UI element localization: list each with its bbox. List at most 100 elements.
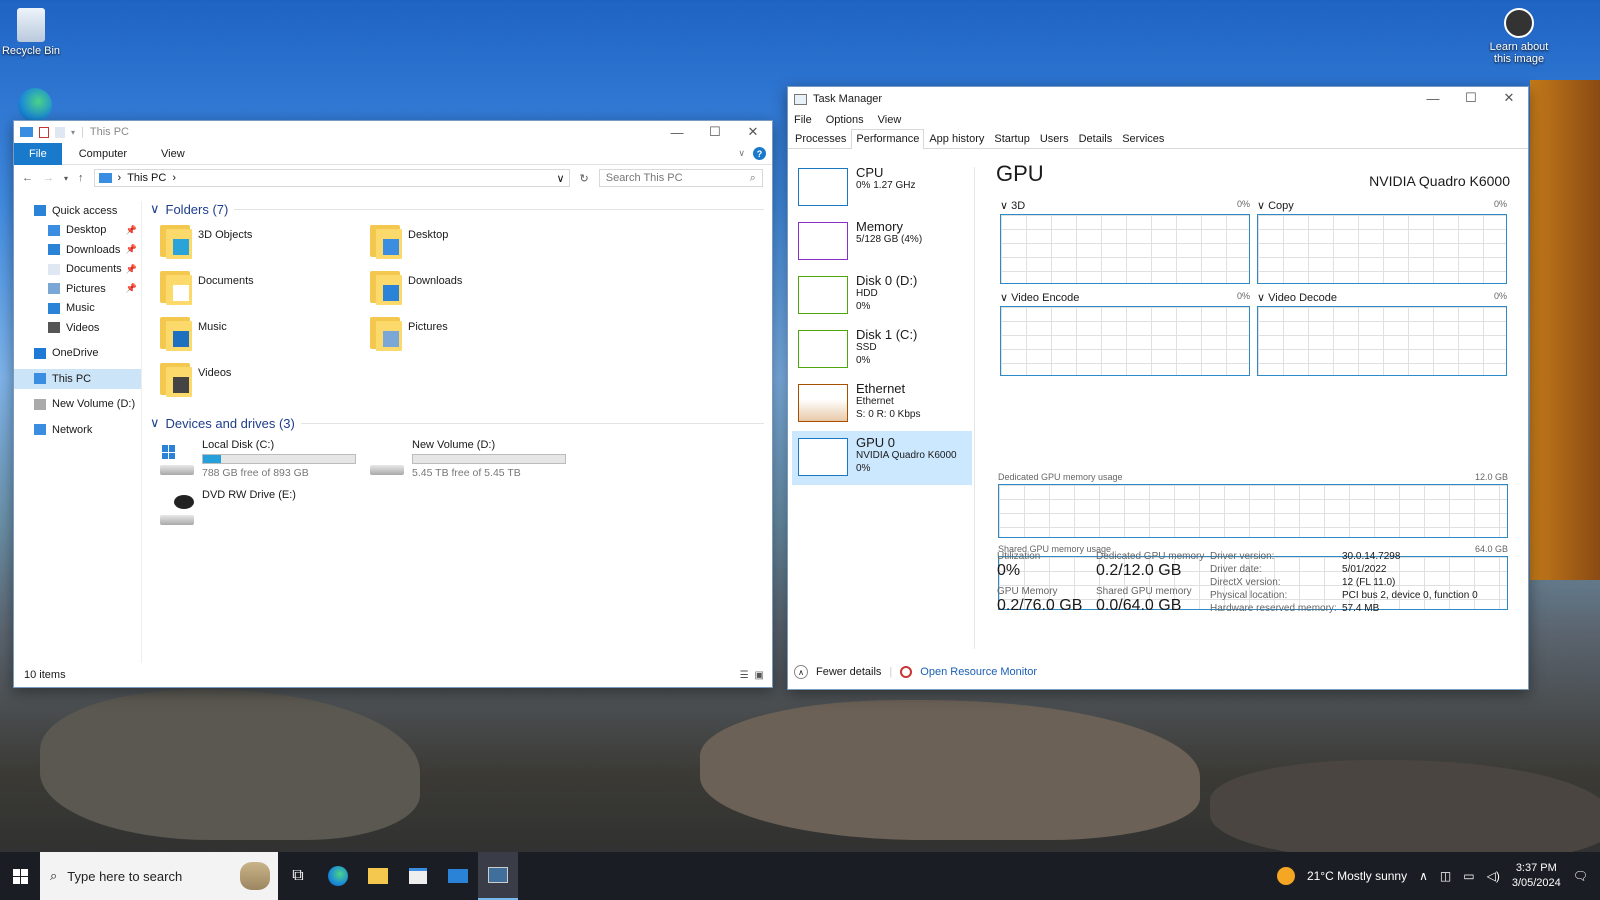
sidebar-item[interactable]: Network (14, 420, 141, 440)
taskbar-search-box[interactable]: ⌕ Type here to search (40, 852, 278, 900)
sidebar-item[interactable]: Videos (14, 318, 141, 338)
recent-dropdown-icon[interactable]: ▾ (64, 174, 68, 183)
large-icons-view-icon[interactable]: ▣ (755, 670, 764, 681)
up-icon[interactable]: ↑ (78, 172, 84, 184)
menu-file[interactable]: File (794, 114, 812, 126)
ribbon-expand-icon[interactable]: ∨ (738, 148, 745, 159)
resource-item[interactable]: Disk 1 (C:) SSD 0% (792, 323, 972, 377)
properties-icon[interactable] (39, 126, 49, 138)
sidebar-item[interactable]: Quick access (14, 201, 141, 221)
folder-item[interactable]: Pictures (370, 315, 580, 355)
search-highlight-icon (240, 862, 270, 890)
search-input[interactable]: Search This PC ⌕ (598, 169, 763, 187)
folders-section-header[interactable]: ∨ Folders (7) (150, 201, 772, 217)
sidebar-item-label: This PC (52, 372, 92, 385)
resource-sub: 5/128 GB (4%) (856, 234, 923, 245)
sidebar-item-label: Documents (66, 263, 122, 276)
sidebar-item[interactable]: Pictures 📌 (14, 279, 141, 299)
address-bar[interactable]: › This PC › ∨ (93, 169, 570, 187)
sidebar-item-label: Network (52, 423, 93, 436)
sidebar-item[interactable]: OneDrive (14, 344, 141, 364)
sidebar-item[interactable]: This PC (14, 369, 141, 389)
sidebar-item[interactable]: Downloads 📌 (14, 240, 141, 260)
tab-processes[interactable]: Processes (790, 129, 851, 148)
fewer-details-link[interactable]: Fewer details (816, 666, 881, 678)
minimize-icon[interactable]: — (1414, 87, 1452, 109)
tab-users[interactable]: Users (1035, 129, 1074, 148)
tab-services[interactable]: Services (1117, 129, 1169, 148)
weather-text[interactable]: 21°C Mostly sunny (1307, 869, 1407, 883)
ribbon-tab-file[interactable]: File (14, 142, 62, 165)
menu-options[interactable]: Options (826, 114, 864, 126)
sidebar-item[interactable]: Desktop 📌 (14, 221, 141, 241)
sidebar-item[interactable]: Music (14, 299, 141, 319)
file-explorer-taskbar-icon[interactable] (358, 852, 398, 900)
folder-item[interactable]: 3D Objects (160, 223, 370, 263)
notifications-icon[interactable]: 🗨 (1573, 869, 1588, 883)
recycle-bin-icon[interactable]: Recycle Bin (0, 8, 66, 57)
sidebar-item[interactable]: Documents 📌 (14, 260, 141, 280)
ribbon-tab-view[interactable]: View (144, 143, 202, 165)
folder-icon (160, 223, 192, 259)
ribbon-tab-computer[interactable]: Computer (62, 143, 144, 165)
drive-item[interactable]: DVD RW Drive (E:) (160, 489, 370, 525)
folder-item[interactable]: Downloads (370, 269, 580, 309)
resource-item[interactable]: Memory 5/128 GB (4%) (792, 215, 972, 269)
store-taskbar-icon[interactable] (398, 852, 438, 900)
gpu-detail-value: 57.4 MB (1342, 603, 1380, 614)
show-hidden-icons-icon[interactable]: ∧ (1419, 869, 1428, 883)
task-manager-taskbar-icon[interactable] (478, 852, 518, 900)
pin-icon[interactable]: 📌 (126, 225, 137, 236)
tab-app-history[interactable]: App history (924, 129, 989, 148)
engine-dropdown[interactable]: ∨ Video Decode (1257, 291, 1337, 304)
edge-taskbar-icon[interactable] (318, 852, 358, 900)
chevron-up-icon[interactable]: ∧ (794, 665, 808, 679)
close-icon[interactable]: ✕ (1490, 87, 1528, 109)
resource-item[interactable]: Ethernet Ethernet S: 0 R: 0 Kbps (792, 377, 972, 431)
task-view-icon[interactable]: ⧉ (278, 852, 318, 900)
mail-taskbar-icon[interactable] (438, 852, 478, 900)
engine-dropdown[interactable]: ∨ Copy (1257, 199, 1294, 212)
refresh-icon[interactable]: ↻ (580, 172, 589, 185)
resource-item[interactable]: Disk 0 (D:) HDD 0% (792, 269, 972, 323)
minimize-icon[interactable]: — (658, 121, 696, 143)
drives-section-header[interactable]: ∨ Devices and drives (3) (150, 415, 772, 431)
new-folder-icon[interactable] (55, 126, 65, 138)
back-icon[interactable]: ← (22, 172, 33, 184)
details-view-icon[interactable]: ☰ (740, 670, 749, 681)
gpu-detail-row: Physical location: PCI bus 2, device 0, f… (1210, 590, 1510, 601)
help-icon[interactable]: ? (753, 147, 766, 160)
quick-access-dropdown-icon[interactable]: ▾ (71, 128, 75, 137)
address-dropdown-icon[interactable]: ∨ (556, 172, 564, 185)
tab-details[interactable]: Details (1074, 129, 1118, 148)
tab-startup[interactable]: Startup (989, 129, 1034, 148)
pin-icon[interactable]: 📌 (126, 283, 137, 294)
open-resource-monitor-link[interactable]: Open Resource Monitor (920, 666, 1037, 678)
forward-icon[interactable]: → (43, 172, 54, 184)
meet-now-icon[interactable]: ◫ (1440, 869, 1451, 883)
drive-item[interactable]: New Volume (D:) 5.45 TB free of 5.45 TB (370, 439, 580, 479)
pin-icon[interactable]: 📌 (126, 244, 137, 255)
close-icon[interactable]: ✕ (734, 121, 772, 143)
volume-icon[interactable]: ◁) (1487, 869, 1500, 883)
pin-icon[interactable]: 📌 (126, 264, 137, 275)
maximize-icon[interactable]: ☐ (696, 121, 734, 143)
resource-item[interactable]: CPU 0% 1.27 GHz (792, 161, 972, 215)
menu-view[interactable]: View (878, 114, 902, 126)
tab-performance[interactable]: Performance (851, 129, 925, 149)
folder-item[interactable]: Videos (160, 361, 370, 401)
learn-about-image-icon[interactable]: Learn about this image (1484, 8, 1554, 65)
folder-item[interactable]: Music (160, 315, 370, 355)
start-button[interactable] (0, 852, 40, 900)
engine-dropdown[interactable]: ∨ Video Encode (1000, 291, 1079, 304)
folder-item[interactable]: Documents (160, 269, 370, 309)
folder-item[interactable]: Desktop (370, 223, 580, 263)
clock[interactable]: 3:37 PM 3/05/2024 (1512, 861, 1561, 891)
engine-dropdown[interactable]: ∨ 3D (1000, 199, 1025, 212)
resource-item[interactable]: GPU 0 NVIDIA Quadro K6000 0% (792, 431, 972, 485)
maximize-icon[interactable]: ☐ (1452, 87, 1490, 109)
drive-item[interactable]: Local Disk (C:) 788 GB free of 893 GB (160, 439, 370, 479)
weather-icon[interactable] (1276, 867, 1295, 885)
network-icon[interactable]: ▭ (1463, 869, 1474, 883)
sidebar-item[interactable]: New Volume (D:) (14, 395, 141, 415)
